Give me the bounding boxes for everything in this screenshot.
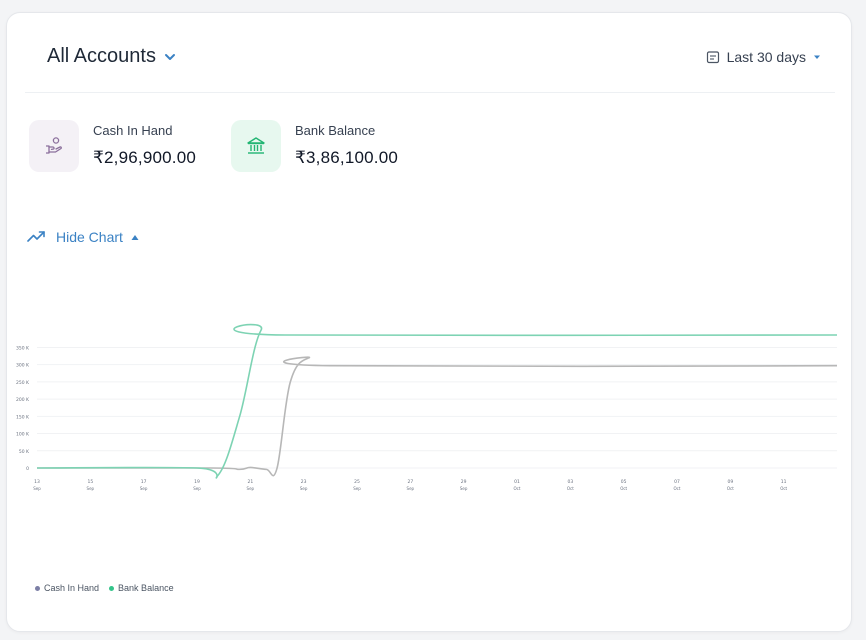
x-tick-label: 11 <box>781 479 787 485</box>
caret-up-icon <box>131 234 139 240</box>
legend-marker <box>35 585 40 591</box>
x-tick-label: 03 <box>567 479 573 485</box>
x-tick-label: Sep <box>193 486 201 491</box>
card-header: All Accounts Last 30 days <box>25 13 835 93</box>
date-range-label: Last 30 days <box>726 49 806 65</box>
x-tick-label: Oct <box>567 486 574 491</box>
legend-item-cash[interactable]: Cash In Hand <box>35 583 99 593</box>
x-tick-label: Sep <box>353 486 361 491</box>
calendar-icon <box>706 51 719 64</box>
x-tick-label: 27 <box>407 479 413 485</box>
x-tick-label: Oct <box>727 486 734 491</box>
legend-label: Cash In Hand <box>44 583 100 593</box>
y-tick-label: 300 K <box>16 363 30 369</box>
x-tick-label: Sep <box>460 486 468 491</box>
x-tick-label: 19 <box>194 479 200 485</box>
stat-value: ₹2,96,900.00 <box>93 148 197 167</box>
x-tick-label: Sep <box>247 486 255 491</box>
y-tick-label: 150 K <box>16 414 30 420</box>
stat-label: Cash In Hand <box>93 123 173 138</box>
legend-marker <box>109 585 115 591</box>
x-tick-label: 21 <box>247 479 253 485</box>
account-selector-label: All Accounts <box>47 45 156 67</box>
x-tick-label: Sep <box>300 486 308 491</box>
hand-coin-icon <box>46 137 62 154</box>
x-tick-label: Oct <box>620 486 627 491</box>
y-tick-label: 100 K <box>16 432 30 438</box>
x-tick-label: Sep <box>33 486 41 491</box>
date-range-selector[interactable]: Last 30 days <box>706 49 821 65</box>
hide-chart-button[interactable]: Hide Chart <box>27 229 139 245</box>
hide-chart-label: Hide Chart <box>56 229 123 245</box>
y-tick-label: 200 K <box>16 397 30 403</box>
y-tick-label: 0 <box>26 466 29 472</box>
y-tick-label: 50 K <box>19 449 30 455</box>
cash-icon-box <box>29 120 79 172</box>
x-tick-label: 29 <box>461 479 467 485</box>
y-tick-label: 350 K <box>16 345 30 351</box>
y-tick-label: 250 K <box>16 380 30 386</box>
x-tick-label: Oct <box>514 486 521 491</box>
stat-label: Bank Balance <box>295 123 376 138</box>
x-tick-label: 13 <box>34 479 40 485</box>
legend-label: Bank Balance <box>118 583 174 593</box>
x-tick-label: 17 <box>141 479 147 485</box>
x-tick-label: Oct <box>780 486 787 491</box>
legend-item-bank[interactable]: Bank Balance <box>109 583 174 593</box>
chevron-down-icon <box>164 53 175 60</box>
caret-down-icon <box>814 55 820 59</box>
x-tick-label: Sep <box>140 486 148 491</box>
x-tick-label: 23 <box>301 479 307 485</box>
trending-up-icon <box>27 231 45 242</box>
cash-in-hand-stat: Cash In Hand ₹2,96,900.00 <box>29 120 196 172</box>
bank-icon-box <box>231 120 281 172</box>
accounts-card: All Accounts Last 30 days Cash In Hand ₹… <box>6 12 852 632</box>
x-tick-label: Oct <box>674 486 681 491</box>
x-tick-label: 09 <box>727 479 733 485</box>
balance-line-chart: 050 K100 K150 K200 K250 K300 K350 K 13Se… <box>16 323 838 491</box>
x-tick-label: 05 <box>621 479 627 485</box>
x-tick-label: Sep <box>407 486 415 491</box>
x-tick-label: 15 <box>87 479 93 485</box>
x-tick-label: 25 <box>354 479 360 485</box>
x-tick-label: 07 <box>674 479 680 485</box>
bank-icon <box>247 137 265 154</box>
x-tick-label: 01 <box>514 479 520 485</box>
account-selector[interactable]: All Accounts <box>47 45 176 68</box>
chart-legend: Cash In Hand Bank Balance <box>35 583 184 593</box>
stat-value: ₹3,86,100.00 <box>295 148 399 167</box>
x-tick-label: Sep <box>87 486 95 491</box>
bank-balance-stat: Bank Balance ₹3,86,100.00 <box>231 120 398 172</box>
